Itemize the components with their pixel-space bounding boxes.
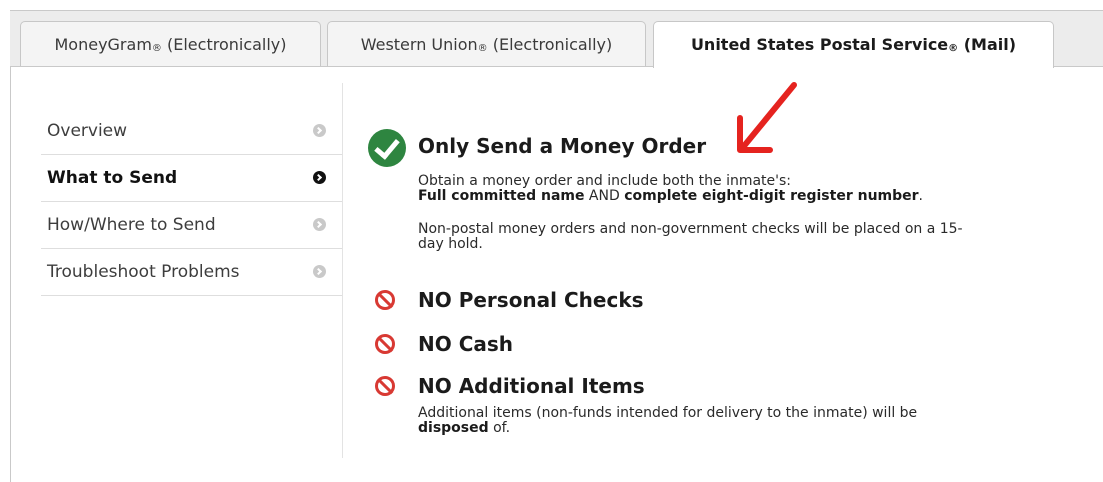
sidebar-item-label: How/Where to Send (47, 215, 216, 235)
additional-items-notice: Additional items (non-funds intended for… (418, 406, 917, 436)
money-order-instruction: Obtain a money order and include both th… (418, 174, 923, 204)
of-text: of. (488, 420, 511, 436)
hold-notice: Non-postal money orders and non-governme… (418, 222, 963, 252)
prohibited-icon (375, 376, 395, 396)
tab-label: MoneyGram (54, 35, 152, 54)
checkmark-icon (368, 129, 406, 167)
sidebar-item-troubleshoot-problems[interactable]: Troubleshoot Problems (41, 249, 342, 296)
additional-items-line-1: Additional items (non-funds intended for… (418, 405, 918, 421)
chevron-right-icon (313, 218, 326, 231)
sidebar-item-what-to-send[interactable]: What to Send (41, 155, 342, 202)
hold-notice-line-2: day hold. (418, 236, 483, 252)
tab-usps[interactable]: United States Postal Service® (Mail) (653, 21, 1054, 68)
tab-suffix: (Electronically) (492, 35, 613, 54)
period: . (918, 188, 923, 204)
sidebar-item-overview[interactable]: Overview (41, 108, 342, 155)
disposed-text: disposed (418, 420, 489, 436)
sidebar-item-label: Overview (47, 121, 128, 141)
sidebar-item-how-where-to-send[interactable]: How/Where to Send (41, 202, 342, 249)
money-order-heading: Only Send a Money Order (418, 134, 707, 158)
annotation-arrow-icon (737, 82, 797, 153)
and-text: AND (584, 188, 625, 204)
prohibited-icon (375, 290, 395, 310)
additional-items-line-2: disposed of. (418, 421, 917, 436)
instruction-line: Obtain a money order and include both th… (418, 173, 792, 189)
sidebar-item-label: Troubleshoot Problems (47, 262, 240, 282)
no-additional-items-heading: NO Additional Items (418, 374, 645, 398)
sidebar-nav: Overview What to Send How/Where to Send … (41, 108, 342, 296)
chevron-right-icon (313, 124, 326, 137)
chevron-right-icon (313, 265, 326, 278)
chevron-right-icon (313, 171, 326, 184)
content-divider (342, 83, 343, 458)
hold-notice-line-1: Non-postal money orders and non-governme… (418, 221, 963, 237)
no-cash-heading: NO Cash (418, 332, 514, 356)
tab-label: Western Union (360, 35, 478, 54)
tab-suffix: (Mail) (963, 35, 1017, 54)
full-name-requirement: Full committed name (418, 188, 585, 204)
registered-mark: ® (477, 43, 488, 54)
tab-suffix: (Electronically) (167, 35, 287, 54)
required-info-line: Full committed name AND complete eight-d… (418, 189, 923, 204)
no-personal-checks-heading: NO Personal Checks (418, 288, 644, 312)
registered-mark: ® (151, 43, 162, 54)
tab-western-union[interactable]: Western Union® (Electronically) (327, 21, 646, 66)
tab-moneygram[interactable]: MoneyGram® (Electronically) (20, 21, 321, 66)
tab-label: United States Postal Service (690, 35, 949, 54)
prohibited-icon (375, 334, 395, 354)
registered-mark: ® (948, 43, 959, 54)
sidebar-item-label: What to Send (47, 168, 178, 188)
register-number-requirement: complete eight-digit register number (624, 188, 919, 204)
